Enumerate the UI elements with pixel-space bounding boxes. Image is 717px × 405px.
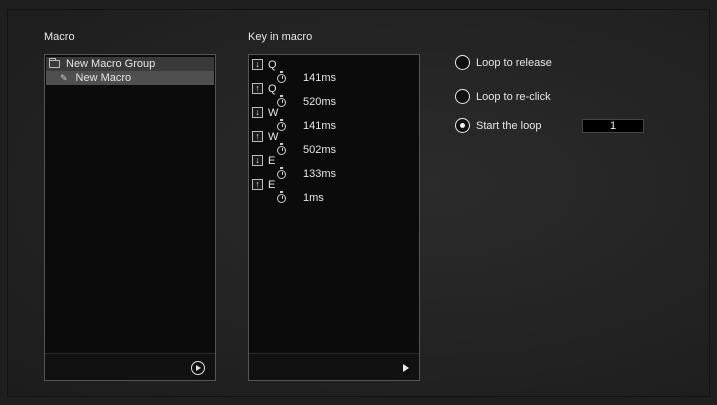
key-label: E (268, 154, 276, 167)
loop-count-input[interactable]: 1 (582, 119, 644, 133)
timer-icon (277, 191, 286, 203)
play-icon[interactable] (403, 364, 409, 372)
macro-group-item[interactable]: New Macro Group (46, 57, 214, 71)
key-list-panel: ↓ Q 141ms ↑ Q 520ms ↓ W 141ms ↑ W 502ms ↓ E 133ms ↑ E 1ms (248, 54, 420, 381)
macro-icon: ✎ (60, 73, 68, 83)
delay-value: 1ms (303, 191, 324, 204)
macro-item[interactable]: ✎ New Macro (46, 71, 214, 85)
macro-group-label: New Macro Group (66, 58, 156, 70)
loop-to-release-option[interactable]: Loop to release (455, 55, 552, 70)
delay-row[interactable]: 1ms (277, 191, 324, 204)
macro-item-label: New Macro (75, 72, 132, 84)
loop-to-reclick-option[interactable]: Loop to re-click (455, 89, 551, 104)
macro-section-title: Macro (44, 31, 75, 43)
delay-value: 502ms (303, 143, 337, 156)
key-event-row[interactable]: ↓ Q (252, 58, 277, 71)
key-label: E (268, 178, 276, 191)
key-event-row[interactable]: ↑ E (252, 178, 275, 191)
macro-list-panel: New Macro Group ✎ New Macro (44, 54, 216, 381)
key-label: Q (268, 82, 277, 95)
key-panel-footer (249, 353, 419, 380)
delay-row[interactable]: 502ms (277, 143, 336, 156)
timer-icon (277, 143, 286, 155)
key-label: Q (268, 58, 277, 71)
start-the-loop-option[interactable]: Start the loop (455, 118, 541, 133)
folder-icon (49, 58, 60, 68)
timer-icon (277, 71, 286, 83)
delay-value: 141ms (303, 71, 337, 84)
key-down-icon: ↓ (252, 59, 263, 70)
key-down-icon: ↓ (252, 107, 263, 118)
key-event-row[interactable]: ↑ Q (252, 82, 277, 95)
loop-to-reclick-radio[interactable] (455, 89, 470, 104)
loop-to-release-label: Loop to release (476, 56, 552, 69)
key-label: W (268, 130, 279, 143)
delay-value: 141ms (303, 119, 337, 132)
loop-to-reclick-label: Loop to re-click (476, 90, 551, 103)
key-label: W (268, 106, 279, 119)
macro-panel-footer (45, 353, 215, 380)
key-up-icon: ↑ (252, 179, 263, 190)
key-event-row[interactable]: ↓ E (252, 154, 275, 167)
delay-value: 520ms (303, 95, 337, 108)
loop-to-release-radio[interactable] (455, 55, 470, 70)
key-down-icon: ↓ (252, 155, 263, 166)
delay-row[interactable]: 141ms (277, 71, 336, 84)
delay-row[interactable]: 520ms (277, 95, 336, 108)
delay-row[interactable]: 133ms (277, 167, 336, 180)
key-event-row[interactable]: ↓ W (252, 106, 278, 119)
play-macro-icon[interactable] (191, 361, 205, 375)
start-the-loop-radio[interactable] (455, 118, 470, 133)
timer-icon (277, 167, 286, 179)
start-the-loop-label: Start the loop (476, 119, 542, 132)
delay-row[interactable]: 141ms (277, 119, 336, 132)
key-up-icon: ↑ (252, 131, 263, 142)
keys-section-title: Key in macro (248, 31, 313, 43)
key-event-row[interactable]: ↑ W (252, 130, 278, 143)
delay-value: 133ms (303, 167, 337, 180)
key-up-icon: ↑ (252, 83, 263, 94)
